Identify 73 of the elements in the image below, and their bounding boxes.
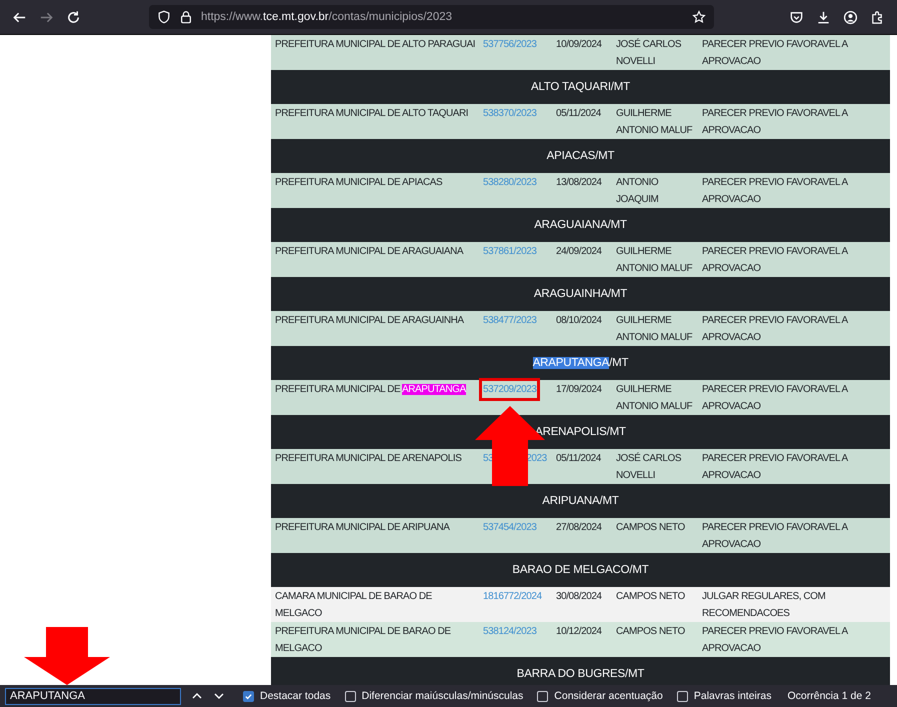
entity-cell-text: PREFEITURA MUNICIPAL DE APIACAS <box>275 176 444 190</box>
rapporteur-cell-text: GUILHERME ANTONIO MALUF <box>616 107 694 138</box>
entity-cell-text: PREFEITURA MUNICIPAL DE ARENAPOLIS <box>275 452 462 466</box>
date-cell-text: 10/09/2024 <box>556 38 603 52</box>
rapporteur-cell-text: GUILHERME ANTONIO MALUF <box>616 245 694 276</box>
process-link[interactable]: 537861/2023 <box>483 244 536 259</box>
result-cell-text: PARECER PREVIO FAVORAVEL A APROVACAO <box>702 452 849 483</box>
extensions-icon[interactable] <box>870 10 885 24</box>
date-cell-text: 13/08/2024 <box>556 176 603 190</box>
download-icon[interactable] <box>816 10 831 24</box>
result-cell-text: PARECER PREVIO FAVORAVEL A APROVACAO <box>702 314 849 345</box>
address-bar[interactable]: https://www.tce.mt.gov.br/contas/municipios/2023 <box>149 5 714 29</box>
entity-cell-text: PREFEITURA MUNICIPAL DE ALTO PARAGUAI <box>275 38 476 52</box>
process-link[interactable]: 538280/2023 <box>483 175 536 190</box>
municipality-heading: ARENAPOLIS/MT <box>271 415 890 449</box>
account-icon[interactable] <box>843 10 858 24</box>
result-cell-text: PARECER PREVIO FAVORAVEL A APROVACAO <box>702 521 849 552</box>
bookmark-star-icon[interactable] <box>692 10 706 24</box>
result-cell-text: PARECER PREVIO FAVORAVEL A APROVACAO <box>702 383 849 414</box>
result-cell-text: PARECER PREVIO FAVORAVEL A APROVACAO <box>702 176 849 207</box>
rapporteur-cell-text: CAMPOS NETO <box>616 625 686 639</box>
result-cell-text: PARECER PREVIO FAVORAVEL A APROVACAO <box>702 245 849 276</box>
date-cell-text: 27/08/2024 <box>556 521 603 535</box>
rapporteur-cell-text: GUILHERME ANTONIO MALUF <box>616 383 694 414</box>
date-cell-text: 30/08/2024 <box>556 590 603 604</box>
rapporteur-cell-text: ANTONIO JOAQUIM <box>616 176 660 207</box>
find-input-field[interactable]: ARAPUTANGA <box>5 688 181 704</box>
rapporteur-cell-text: JOSÉ CARLOS NOVELLI <box>616 37 682 69</box>
rapporteur-cell-text: CAMPOS NETO <box>616 521 686 535</box>
match-count: Ocorrência 1 de 2 <box>787 690 871 702</box>
rapporteur-cell-text: CAMPOS NETO <box>616 590 686 604</box>
entity-cell-text: PREFEITURA MUNICIPAL DE ARAPUTANGA <box>275 383 467 397</box>
date-cell-text: 17/09/2024 <box>556 383 603 397</box>
entity-cell-text: PREFEITURA MUNICIPAL DE BARAO DE MELGACO <box>275 625 452 656</box>
rapporteur-cell-text: GUILHERME ANTONIO MALUF <box>616 314 694 345</box>
process-link[interactable]: 1816772/2024 <box>483 589 542 604</box>
option-label[interactable]: Destacar todas <box>260 690 331 702</box>
result-cell-text: JULGAR REGULARES, COM RECOMENDACOES <box>702 590 826 621</box>
municipality-heading: APIACAS/MT <box>271 139 890 173</box>
url-text[interactable]: https://www.tce.mt.gov.br/contas/municipios/2023 <box>201 11 684 23</box>
date-cell-text: 10/12/2024 <box>556 625 603 639</box>
municipality-heading: ARIPUANA/MT <box>271 484 890 518</box>
rapporteur-cell-text: JOSÉ CARLOS NOVELLI <box>616 451 682 483</box>
result-cell-text: PARECER PREVIO FAVORAVEL A APROVACAO <box>702 38 849 69</box>
process-link[interactable]: 538124/2023 <box>483 624 536 639</box>
result-cell-text: PARECER PREVIO FAVORAVEL A APROVACAO <box>702 107 849 138</box>
option-label[interactable]: Palavras inteiras <box>694 690 772 702</box>
entity-cell-text: PREFEITURA MUNICIPAL DE ALTO TAQUARI <box>275 107 470 121</box>
entity-cell-text: PREFEITURA MUNICIPAL DE ARIPUANA <box>275 521 451 535</box>
pocket-icon[interactable] <box>789 10 804 24</box>
process-link[interactable]: 537756/2023 <box>483 37 536 52</box>
date-cell-text: 05/11/2024 <box>556 452 602 466</box>
reload-icon[interactable] <box>66 10 81 24</box>
process-link[interactable]: 537454/2023 <box>483 520 536 535</box>
lock-icon[interactable] <box>179 10 193 24</box>
municipality-heading: ARAGUAIANA/MT <box>271 208 890 242</box>
entity-cell-text: PREFEITURA MUNICIPAL DE ARAGUAINHA <box>275 314 465 328</box>
date-cell-text: 08/10/2024 <box>556 314 603 328</box>
option-label[interactable]: Diferenciar maiúsculas/minúsculas <box>362 690 524 702</box>
municipality-heading: BARRA DO BUGRES/MT <box>271 657 890 685</box>
process-link[interactable]: 538370/2023 <box>483 106 536 121</box>
municipality-heading: ARAGUAINHA/MT <box>271 277 890 311</box>
municipality-heading: BARAO DE MELGACO/MT <box>271 553 890 587</box>
result-cell-text: PARECER PREVIO FAVORAVEL A APROVACAO <box>702 625 849 656</box>
entity-cell-text: PREFEITURA MUNICIPAL DE ARAGUAIANA <box>275 245 464 259</box>
shield-icon[interactable] <box>157 10 171 24</box>
process-link[interactable]: 538477/2023 <box>483 313 536 328</box>
checkbox[interactable] <box>243 690 254 702</box>
option-label[interactable]: Considerar acentuação <box>554 690 663 702</box>
municipality-heading: ALTO TAQUARI/MT <box>271 70 890 104</box>
date-cell-text: 05/11/2024 <box>556 107 602 121</box>
entity-cell-text: CAMARA MUNICIPAL DE BARAO DE MELGACO <box>275 590 433 621</box>
date-cell-text: 24/09/2024 <box>556 245 603 259</box>
